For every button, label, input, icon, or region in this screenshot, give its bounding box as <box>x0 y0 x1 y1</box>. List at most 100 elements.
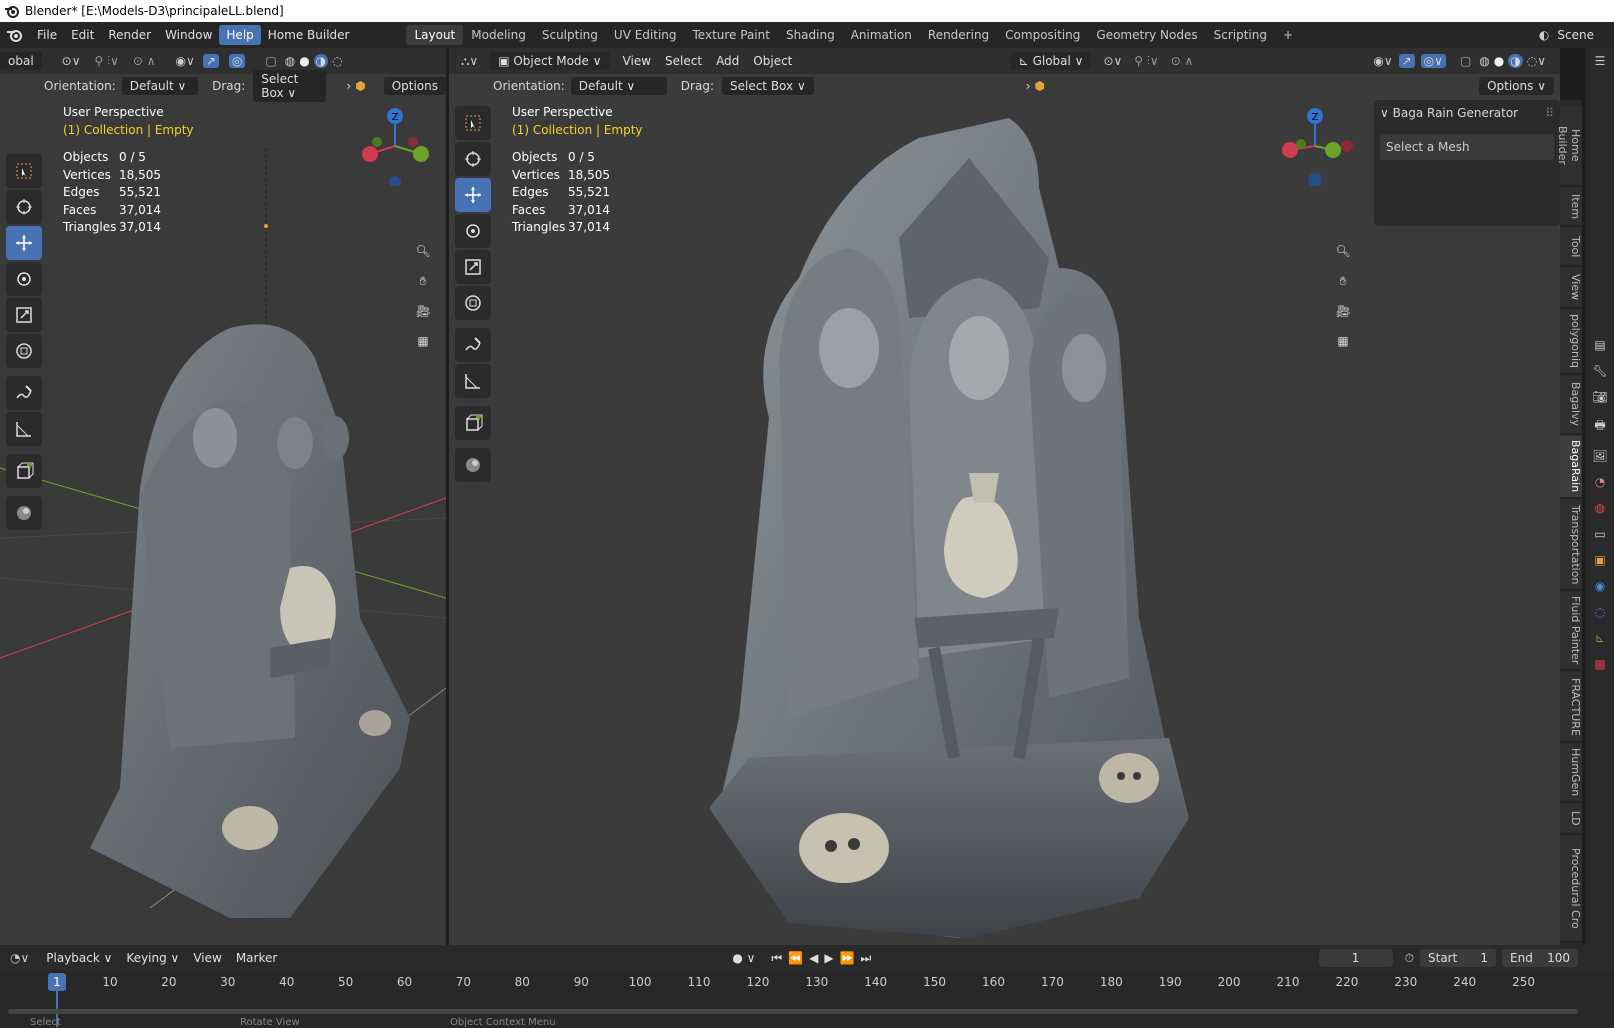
timeline-scrollbar[interactable] <box>8 1009 1578 1014</box>
menu-help[interactable]: Help <box>219 25 261 45</box>
prop-tool-icon[interactable]: 🔧︎ <box>1586 364 1614 378</box>
tab-fluid-painter[interactable]: Fluid Painter <box>1560 592 1582 670</box>
viewport-menu-view[interactable]: View <box>616 51 658 71</box>
panel-drag-handle-icon[interactable]: ⠿ <box>1545 106 1554 120</box>
overlay-icon[interactable]: ◎ <box>228 54 246 68</box>
main-measure-tool[interactable] <box>455 364 491 398</box>
pan-hand-icon[interactable]: ✋︎ <box>410 268 436 294</box>
tab-humgen[interactable]: HumGen <box>1560 744 1582 802</box>
main-shading-rendered-icon[interactable]: ◌∨ <box>1527 54 1546 68</box>
baga-rain-panel-header[interactable]: ∨ Baga Rain Generator ⠿ <box>1380 106 1554 120</box>
main-xray-icon[interactable]: ▢ <box>1460 54 1471 68</box>
main-3d-viewport[interactable]: ⛬∨ ▣ Object Mode ∨ View Select Add Objec… <box>449 48 1560 945</box>
prop-active-tool-icon[interactable]: ▤ <box>1586 338 1614 352</box>
tab-compositing[interactable]: Compositing <box>997 25 1088 45</box>
tab-view[interactable]: View <box>1560 268 1582 308</box>
perspective-grid-icon[interactable]: ▦ <box>410 328 436 354</box>
move-tool[interactable] <box>6 226 42 260</box>
cursor-tool[interactable] <box>6 190 42 224</box>
camera-icon[interactable]: 🎥︎ <box>410 298 436 324</box>
menu-window[interactable]: Window <box>158 25 219 45</box>
add-cube-tool[interactable] <box>6 454 42 488</box>
main-scale-tool[interactable] <box>455 250 491 284</box>
material-preview-tool[interactable] <box>6 496 42 530</box>
prop-texture-icon[interactable]: ▩ <box>1586 657 1614 671</box>
timeline-keying-menu[interactable]: Keying ∨ <box>119 948 186 968</box>
scene-icon[interactable]: ◐ <box>1539 28 1549 42</box>
select-box-tool[interactable] <box>6 154 42 188</box>
main-transform-orientation[interactable]: ⊾ Global ∨ <box>1010 52 1092 70</box>
select-mesh-button[interactable]: Select a Mesh <box>1380 134 1554 160</box>
scene-selector[interactable]: Scene <box>1557 28 1594 42</box>
main-perspective-grid-icon[interactable]: ▦ <box>1330 328 1356 354</box>
tab-bagalvy[interactable]: Bagalvy <box>1560 376 1582 434</box>
snap-icon[interactable]: ⚲ ⫶∨ <box>95 54 119 69</box>
timeline-view-menu[interactable]: View <box>186 948 228 968</box>
auto-keying-icon[interactable]: ● ∨ <box>732 951 755 965</box>
mode-dropdown[interactable]: ▣ Object Mode ∨ <box>490 52 610 70</box>
panel-collapse-icon[interactable]: ∨ <box>1380 106 1389 120</box>
annotate-tool[interactable] <box>6 376 42 410</box>
main-select-box-tool[interactable] <box>455 106 491 140</box>
tab-modeling[interactable]: Modeling <box>463 25 534 45</box>
tab-texture-paint[interactable]: Texture Paint <box>685 25 778 45</box>
menu-home-builder[interactable]: Home Builder <box>261 25 357 45</box>
timeline-marker-menu[interactable]: Marker <box>229 948 284 968</box>
prop-output-icon[interactable]: 🖶︎ <box>1586 416 1614 437</box>
prop-constraint-icon[interactable]: ⊾ <box>1586 631 1614 645</box>
timeline-editor-type-icon[interactable]: ◔∨ <box>10 951 29 965</box>
preview-range-icon[interactable]: ⏱ <box>1405 951 1414 966</box>
tab-sculpting[interactable]: Sculpting <box>534 25 606 45</box>
main-snap-icon[interactable]: ⚲ ⫶∨ <box>1134 54 1158 69</box>
main-camera-icon[interactable]: 🎥︎ <box>1330 298 1356 324</box>
add-workspace-button[interactable]: + <box>1275 25 1301 45</box>
timeline-playback-menu[interactable]: Playback ∨ <box>39 948 119 968</box>
tab-shading[interactable]: Shading <box>778 25 843 45</box>
editor-type-icon[interactable]: ⛬∨ <box>461 54 478 69</box>
main-zoom-icon[interactable]: 🔍︎ <box>1330 238 1356 264</box>
main-material-preview-tool[interactable] <box>455 448 491 482</box>
end-frame-field[interactable]: End 100 <box>1502 949 1578 967</box>
tab-scripting[interactable]: Scripting <box>1206 25 1275 45</box>
tab-rendering[interactable]: Rendering <box>920 25 997 45</box>
prop-physics-icon[interactable]: ◌ <box>1586 605 1614 619</box>
shading-solid-icon[interactable]: ● <box>299 54 309 68</box>
viewport-menu-object[interactable]: Object <box>746 51 799 71</box>
main-addon-cube-icon[interactable]: ⬢ <box>1035 79 1045 93</box>
main-options-button[interactable]: Options ∨ <box>1479 77 1554 95</box>
main-pivot-icon[interactable]: ⊙∨ <box>1103 54 1122 68</box>
main-pan-hand-icon[interactable]: ✋︎ <box>1330 268 1356 294</box>
rotate-tool[interactable] <box>6 262 42 296</box>
prop-world-icon[interactable]: ◍ <box>1586 501 1614 515</box>
main-annotate-tool[interactable] <box>455 328 491 362</box>
main-move-tool[interactable] <box>455 178 491 212</box>
proportional-icon[interactable]: ⊙ ∧ <box>133 54 156 68</box>
main-expand-chevron-icon[interactable]: › <box>1026 79 1031 93</box>
main-shading-wireframe-icon[interactable]: ◍ <box>1479 54 1489 68</box>
main-proportional-icon[interactable]: ⊙ ∧ <box>1171 54 1194 68</box>
main-gizmo-icon[interactable]: ↗ <box>1398 54 1415 68</box>
menu-edit[interactable]: Edit <box>64 25 101 45</box>
left-options-button[interactable]: Options <box>383 77 446 95</box>
expand-chevron-icon[interactable]: › <box>346 79 351 93</box>
tab-home-builder[interactable]: Home Builder <box>1556 106 1582 186</box>
tab-tool[interactable]: Tool <box>1560 228 1582 266</box>
prop-object-icon[interactable]: ▣ <box>1586 553 1614 567</box>
orientation-dropdown[interactable]: Default ∨ <box>121 77 199 95</box>
tab-ld[interactable]: LD <box>1560 804 1582 834</box>
playhead-marker[interactable]: 1 <box>48 973 66 991</box>
main-drag-dropdown[interactable]: Select Box ∨ <box>721 77 814 95</box>
tab-layout[interactable]: Layout <box>406 25 464 45</box>
tab-fracture[interactable]: FRACTURE <box>1560 672 1582 742</box>
prop-scene-icon[interactable]: ◔ <box>1586 475 1614 489</box>
tab-transportation[interactable]: Transportation <box>1560 500 1582 590</box>
main-overlay-icon[interactable]: ◎∨ <box>1420 54 1446 68</box>
main-nav-gizmo[interactable]: Z <box>1275 106 1355 186</box>
tab-procedural[interactable]: Procedural Cro <box>1560 836 1582 942</box>
playback-controls[interactable]: ⏮⏪◀▶⏩⏭ <box>771 951 877 966</box>
tab-uv-editing[interactable]: UV Editing <box>606 25 685 45</box>
main-visibility-icon[interactable]: ◉∨ <box>1373 54 1392 68</box>
viewport-menu-select[interactable]: Select <box>658 51 709 71</box>
tab-item[interactable]: Item <box>1560 188 1582 226</box>
transform-tool[interactable] <box>6 334 42 368</box>
